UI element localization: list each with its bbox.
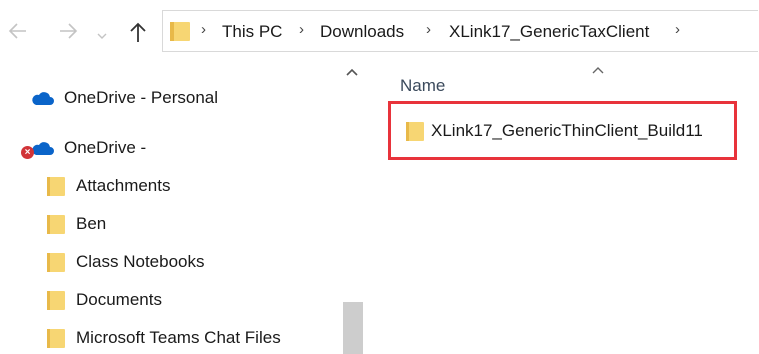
up-arrow-icon: [130, 22, 146, 42]
onedrive-cloud-icon: [32, 92, 54, 105]
scroll-up-arrow-icon[interactable]: [346, 68, 358, 76]
forward-button[interactable]: [58, 22, 78, 44]
nav-item-ben[interactable]: Ben: [46, 210, 106, 238]
nav-item-attachments[interactable]: Attachments: [46, 172, 171, 200]
nav-item-label: Documents: [76, 290, 162, 309]
folder-icon: [406, 121, 424, 141]
up-button[interactable]: [128, 21, 150, 43]
folder-icon: [47, 329, 65, 348]
list-item-folder[interactable]: XLink17_GenericThinClient_Build11: [388, 101, 737, 160]
folder-icon: [170, 22, 190, 41]
nav-item-label: Class Notebooks: [76, 252, 205, 271]
nav-item-onedrive-business[interactable]: × OneDrive -: [21, 134, 147, 162]
folder-icon: [47, 215, 65, 234]
nav-item-label: OneDrive - Personal: [64, 88, 219, 107]
breadcrumb-this-pc[interactable]: This PC: [222, 22, 282, 42]
error-badge-icon: ×: [21, 146, 34, 159]
forward-arrow-icon: [60, 23, 78, 39]
column-header-name[interactable]: Name: [400, 76, 445, 96]
breadcrumb-downloads[interactable]: Downloads: [320, 22, 404, 42]
recent-locations-button[interactable]: [97, 24, 107, 44]
navigation-pane: OneDrive - Personal × OneDrive - Attachm…: [0, 62, 366, 354]
breadcrumb-current-folder[interactable]: XLink17_GenericTaxClient: [449, 22, 649, 42]
onedrive-cloud-icon: ×: [21, 140, 54, 159]
nav-item-teams-chat-files[interactable]: Microsoft Teams Chat Files: [46, 324, 281, 352]
file-list-pane: Name XLink17_GenericThinClient_Build11: [366, 62, 759, 354]
nav-item-onedrive-personal[interactable]: OneDrive - Personal: [30, 84, 218, 112]
nav-pane-scrollbar[interactable]: [340, 62, 366, 354]
nav-item-label: Microsoft Teams Chat Files: [76, 328, 281, 347]
scrollbar-thumb[interactable]: [343, 302, 363, 354]
chevron-down-icon: [97, 33, 107, 39]
address-bar[interactable]: › This PC › Downloads › XLink17_GenericT…: [162, 10, 758, 52]
nav-item-label: Ben: [76, 214, 107, 233]
nav-item-class-notebooks[interactable]: Class Notebooks: [46, 248, 205, 276]
sort-ascending-icon: [592, 67, 604, 74]
nav-item-documents[interactable]: Documents: [46, 286, 162, 314]
breadcrumb-separator-icon[interactable]: ›: [299, 21, 304, 38]
file-name: XLink17_GenericThinClient_Build11: [431, 120, 703, 140]
folder-icon: [47, 291, 65, 310]
back-button[interactable]: [8, 22, 28, 44]
back-arrow-icon: [8, 23, 26, 39]
folder-icon: [47, 177, 65, 196]
breadcrumb-separator-icon[interactable]: ›: [426, 21, 431, 38]
breadcrumb-separator-icon[interactable]: ›: [675, 21, 680, 38]
breadcrumb-separator-icon[interactable]: ›: [201, 21, 206, 38]
nav-item-label: OneDrive -: [64, 138, 147, 157]
folder-icon: [47, 253, 65, 272]
nav-item-label: Attachments: [76, 176, 171, 195]
